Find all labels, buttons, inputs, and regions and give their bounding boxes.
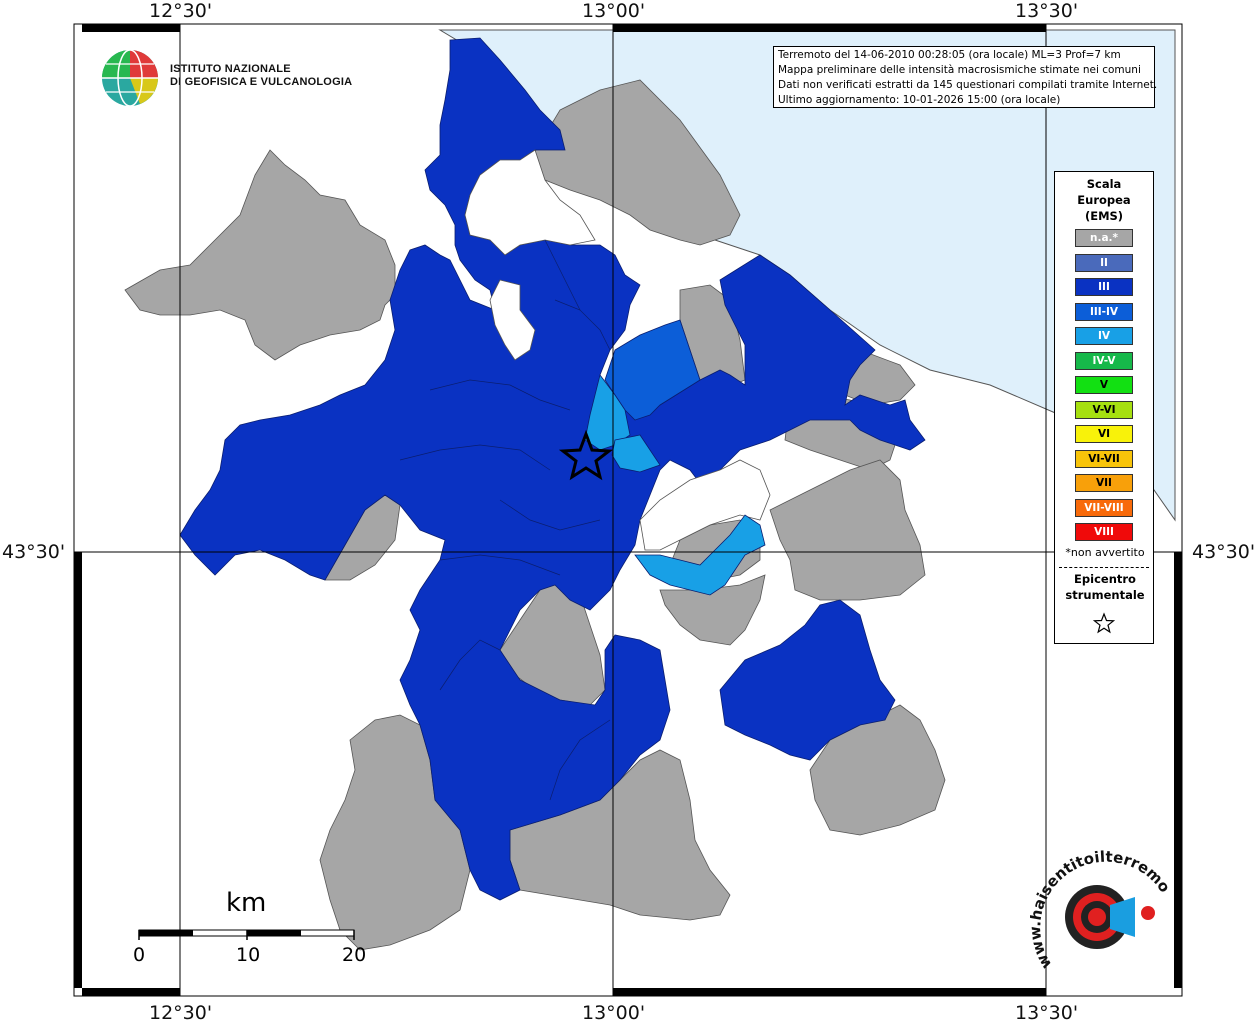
legend-title-1: Scala	[1086, 177, 1122, 191]
ingv-logo-text: ISTITUTO NAZIONALE DI GEOFISICA E VULCAN…	[170, 63, 352, 89]
legend-item: II	[1075, 253, 1133, 272]
coord-bottom-3: 13°30'	[1015, 1002, 1079, 1024]
legend-item: VI-VII	[1075, 449, 1133, 468]
star-icon	[1093, 612, 1115, 634]
legend-note: *non avvertito	[1065, 546, 1145, 559]
coord-bottom-1: 12°30'	[149, 1002, 213, 1024]
event-info-box: Terremoto del 14-06-2010 00:28:05 (ora l…	[773, 46, 1158, 108]
haisentito-logo: www.haisentitoilterremoto.it	[1030, 850, 1170, 972]
watermark-text: www.haisentitoilterremoto.it	[1030, 850, 1170, 972]
coord-top-2: 13°00'	[582, 0, 646, 22]
legend-item: III-IV	[1075, 302, 1133, 321]
coord-bottom-2: 13°00'	[582, 1002, 646, 1024]
scale-tick-10: 10	[236, 944, 261, 966]
svg-text:www.haisentitoilterremoto.it: www.haisentitoilterremoto.it	[1030, 850, 1170, 972]
legend-epicenter-1: Epicentro	[1074, 572, 1136, 586]
legend-item: VII	[1075, 474, 1133, 492]
legend-item: n.a.*	[1075, 229, 1133, 247]
legend-title-3: (EMS)	[1084, 209, 1124, 223]
info-line-3: Dati non verificati estratti da 145 ques…	[778, 79, 1158, 91]
info-line-1: Terremoto del 14-06-2010 00:28:05 (ora l…	[778, 49, 1121, 61]
scale-tick-0: 0	[133, 944, 146, 966]
ingv-globe-icon	[102, 49, 158, 107]
ems-legend: Scala Europea (EMS) n.a.* II III III-IV IV IV…	[1054, 171, 1154, 644]
ingv-line2: DI GEOFISICA E VULCANOLOGIA	[170, 76, 353, 88]
legend-separator	[1059, 567, 1149, 568]
scale-unit: km	[226, 888, 267, 918]
ingv-line1: ISTITUTO NAZIONALE	[170, 63, 291, 75]
legend-item: IV	[1075, 327, 1133, 345]
legend-epicenter-2: strumentale	[1065, 588, 1145, 602]
info-line-4: Ultimo aggiornamento: 10-01-2026 15:00 (…	[778, 94, 1061, 106]
legend-item: VIII	[1075, 523, 1133, 541]
legend-item: V	[1075, 376, 1133, 394]
legend-item: III	[1075, 278, 1133, 296]
legend-epicenter: Epicentro strumentale	[1055, 571, 1155, 603]
info-line-2: Mappa preliminare delle intensità macros…	[778, 64, 1141, 76]
coord-right: 43°30'	[1192, 541, 1256, 563]
coord-top-3: 13°30'	[1015, 0, 1079, 22]
legend-title-2: Europea	[1077, 193, 1131, 207]
legend-item: V-VI	[1075, 400, 1133, 419]
coord-left: 43°30'	[2, 541, 66, 563]
legend-title: Scala Europea (EMS)	[1055, 176, 1153, 224]
scale-tick-20: 20	[342, 944, 367, 966]
coord-top-1: 12°30'	[149, 0, 213, 22]
legend-item: VI	[1075, 425, 1133, 443]
legend-item: VII-VIII	[1075, 498, 1133, 517]
legend-item: IV-V	[1075, 351, 1133, 370]
